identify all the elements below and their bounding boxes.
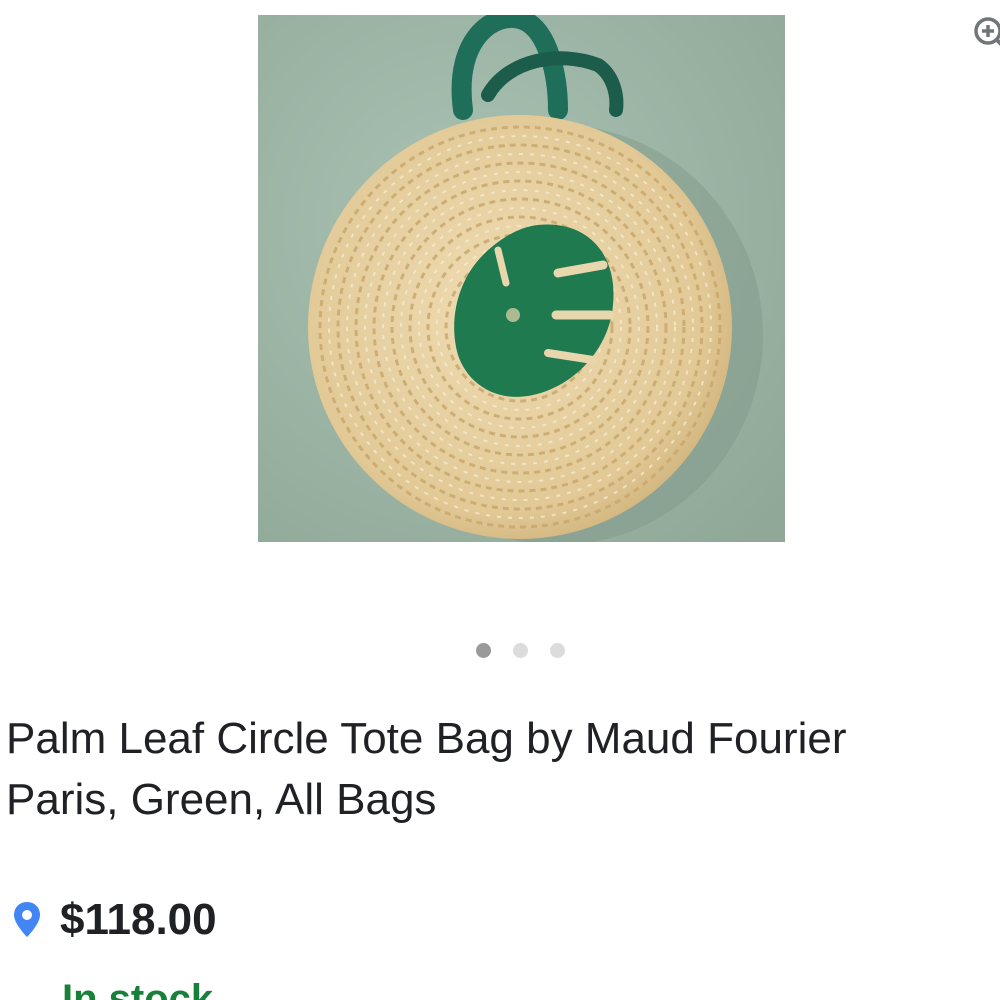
- carousel-dot-1[interactable]: [476, 643, 491, 658]
- carousel-dot-2[interactable]: [513, 643, 528, 658]
- stock-status: In stock: [62, 977, 214, 1000]
- price-row: $118.00: [12, 895, 217, 945]
- straw-tote-bag-illustration: [258, 15, 785, 542]
- product-image[interactable]: [258, 15, 785, 542]
- carousel-dot-3[interactable]: [550, 643, 565, 658]
- image-carousel-dots: [476, 643, 565, 658]
- zoom-in-icon: [974, 17, 1000, 46]
- zoom-button[interactable]: [972, 14, 1000, 54]
- product-page: Palm Leaf Circle Tote Bag by Maud Fourie…: [0, 0, 1000, 1000]
- product-title: Palm Leaf Circle Tote Bag by Maud Fourie…: [6, 714, 847, 824]
- product-price: $118.00: [60, 895, 217, 944]
- location-pin-icon: [14, 902, 40, 937]
